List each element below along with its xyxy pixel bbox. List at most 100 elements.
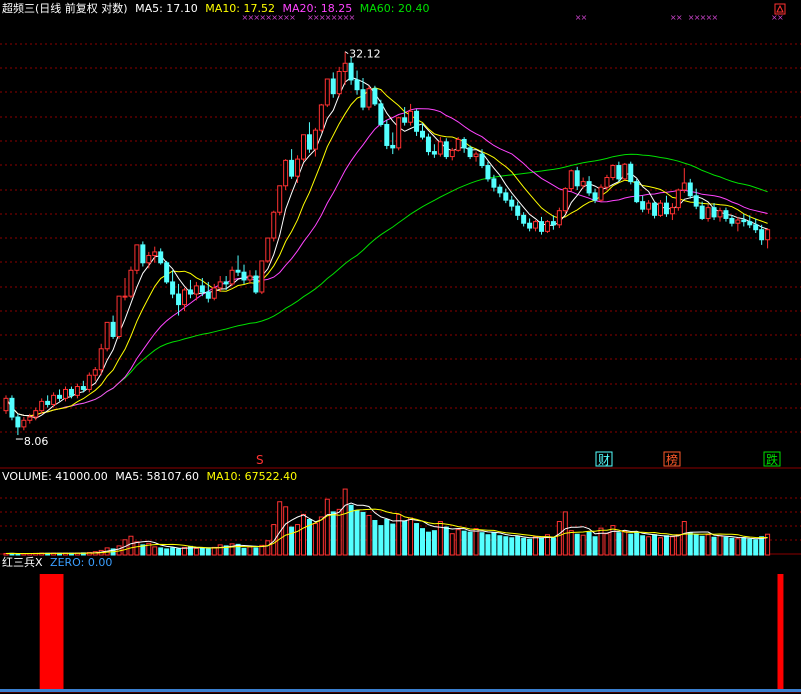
candle-body <box>687 182 693 197</box>
candle-body <box>63 388 68 399</box>
candle-body <box>235 269 241 273</box>
candle-body <box>527 222 533 229</box>
volume-bar <box>693 534 699 556</box>
volume-bar <box>301 513 306 556</box>
indicator-close-icon[interactable]: X <box>35 556 43 569</box>
candle-body <box>568 170 574 190</box>
volume-bar <box>354 509 360 556</box>
candle-body <box>544 221 550 232</box>
volume-bar <box>753 539 759 556</box>
candle-body <box>366 88 372 108</box>
volume-bar <box>556 521 562 556</box>
candle-body <box>723 210 729 219</box>
candle-body <box>485 165 491 180</box>
volume-bar <box>318 516 324 556</box>
candle-body <box>205 291 211 299</box>
candle-body <box>68 388 74 396</box>
volume-bar <box>467 531 473 556</box>
event-marker-2: 财 <box>598 453 610 467</box>
volume-bar <box>521 537 527 556</box>
candle-body <box>765 229 771 241</box>
candle-body <box>372 88 378 105</box>
candle-body <box>735 219 741 224</box>
candle-body <box>646 202 652 210</box>
event-mark: × <box>712 13 719 22</box>
candle-body <box>586 181 592 194</box>
volume-bar <box>402 520 408 556</box>
volume-bar <box>473 528 479 556</box>
ma60-legend: MA60: 20.40 <box>359 2 430 15</box>
candle-body <box>443 141 449 158</box>
volume-bar <box>295 524 301 556</box>
volume-bar <box>425 531 431 556</box>
candle-body <box>330 78 336 95</box>
candle-body <box>663 202 669 215</box>
volume-bar <box>485 534 491 556</box>
volume-bar <box>729 537 735 556</box>
candle-body <box>521 214 527 224</box>
volume-bar <box>759 536 765 556</box>
candle-body <box>301 134 306 160</box>
candle-body <box>15 416 21 428</box>
volume-bar <box>747 538 753 556</box>
volume-bar <box>330 511 336 556</box>
candle-body <box>699 205 705 219</box>
volume-bar <box>723 536 729 556</box>
volume-bar <box>717 535 723 556</box>
ma5-legend: MA5: 17.10 <box>135 2 198 15</box>
event-marker-1: S <box>256 453 264 467</box>
ma20-legend: MA20: 18.25 <box>282 2 353 15</box>
candle-body <box>479 153 485 167</box>
candle-body <box>164 262 170 283</box>
candle-body <box>509 199 515 207</box>
volume-bar <box>408 517 414 556</box>
candle-body <box>348 62 354 81</box>
candle-body <box>640 201 646 210</box>
candle-body <box>455 138 461 151</box>
volume-bar <box>253 547 259 556</box>
candle-body <box>658 202 663 216</box>
low-label: 8.06 <box>24 435 49 448</box>
candle-body <box>158 251 164 264</box>
volume-bar <box>372 520 378 556</box>
candle-body <box>425 136 431 153</box>
alert-icon <box>776 4 784 13</box>
volume-bar <box>420 528 425 556</box>
candle-body <box>312 129 318 150</box>
candle-body <box>675 189 681 209</box>
volume-bar <box>658 537 663 556</box>
volume-bar <box>461 530 467 556</box>
candle-body <box>9 397 15 418</box>
candle-body <box>461 138 467 149</box>
candle-body <box>342 62 348 72</box>
volume-bar <box>378 525 384 556</box>
candle-body <box>98 348 104 371</box>
candle-body <box>170 281 176 295</box>
candle-body <box>128 269 134 297</box>
candle-body <box>604 177 610 188</box>
candle-body <box>449 149 455 158</box>
volume-bar <box>705 534 711 556</box>
volume-bar <box>455 529 461 556</box>
candle-body <box>74 386 80 396</box>
volume-bar <box>199 547 205 556</box>
candle-body <box>437 141 443 155</box>
volume-bar <box>568 530 574 556</box>
volume-bar <box>265 540 271 556</box>
volume-bar <box>443 526 449 556</box>
candle-body <box>431 151 437 155</box>
volume-bar <box>574 533 580 556</box>
high-label: 32.12 <box>349 48 381 61</box>
candle-body <box>574 170 580 187</box>
candle-body <box>652 202 658 216</box>
candle-body <box>57 394 63 399</box>
stock-chart[interactable]: 32.128.06× × × × × × × × × × × × × × × × × × × × × × × × × × × ×S 财榜… <box>0 0 801 694</box>
candle-body <box>592 192 598 201</box>
candle-body <box>467 147 473 158</box>
candle-body <box>289 159 295 177</box>
ma60-line <box>5 153 768 417</box>
candle-body <box>390 144 396 149</box>
candle-body <box>39 400 45 412</box>
ma60-path <box>5 153 768 417</box>
candle-body <box>711 207 717 218</box>
